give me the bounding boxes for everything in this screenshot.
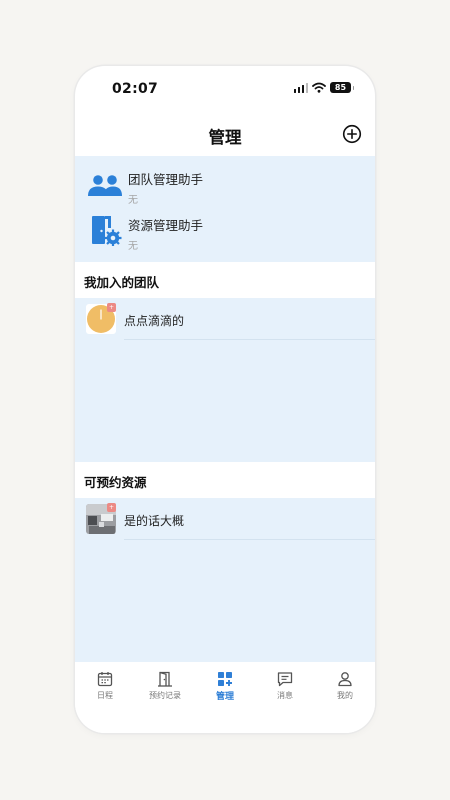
resource-list-item[interactable]: + 是的话大概 [75,498,375,540]
door-icon [158,671,172,687]
section-header-teams: 我加入的团队 [75,262,375,298]
tab-label: 我的 [337,691,353,700]
plus-circle-icon[interactable] [342,124,362,144]
tab-profile[interactable]: 我的 [315,662,375,712]
content-area: 团队管理助手 无 资源管理助手 无 我加入的团队 + 点点滴滴的 可预约资源 +… [75,156,375,662]
battery-icon: 85 [330,82,354,93]
user-icon [338,672,352,687]
tab-label: 预约记录 [149,691,181,700]
tab-schedule[interactable]: 日程 [75,662,135,712]
grid-plus-icon [218,672,232,686]
resource-name: 是的话大概 [124,514,185,528]
team-list-item[interactable]: + 点点滴滴的 [75,298,375,340]
section-header-resources: 可预约资源 [75,462,375,498]
tab-bar: 日程 预约记录 管理 消息 我的 [75,662,375,733]
header: 管理 [75,112,375,156]
assistant-title: 团队管理助手 [128,172,204,187]
team-name: 点点滴滴的 [124,314,185,328]
tab-booking-records[interactable]: 预约记录 [135,662,195,712]
section-title: 我加入的团队 [84,275,160,290]
wifi-icon [312,82,326,93]
assistant-title: 资源管理助手 [128,218,204,233]
tab-label: 管理 [215,692,234,702]
phone-screen: 02:07 85 管理 团队管理助手 无 资源管理助手 无 我加入的团队 + 点… [75,66,375,733]
status-time: 02:07 [112,81,159,97]
divider [124,339,375,340]
team-icon [88,175,122,196]
assistant-subtitle: 无 [128,241,138,252]
resource-management-assistant[interactable]: 资源管理助手 无 [75,209,375,255]
section-title: 可预约资源 [84,475,147,490]
assistant-subtitle: 无 [128,195,138,206]
divider [124,539,375,540]
calendar-icon [97,672,113,687]
message-icon [277,672,293,687]
team-management-assistant[interactable]: 团队管理助手 无 [75,163,375,209]
tab-messages[interactable]: 消息 [255,662,315,712]
status-bar: 02:07 85 [75,66,375,112]
tab-label: 日程 [97,691,113,700]
signal-icon [293,82,308,93]
tab-label: 消息 [277,691,293,700]
item-badge: + [107,503,116,512]
item-badge: + [107,303,116,312]
status-icons: 85 [293,82,354,93]
resource-settings-icon [92,216,122,246]
tab-management[interactable]: 管理 [195,662,255,712]
page-title: 管理 [208,128,242,147]
